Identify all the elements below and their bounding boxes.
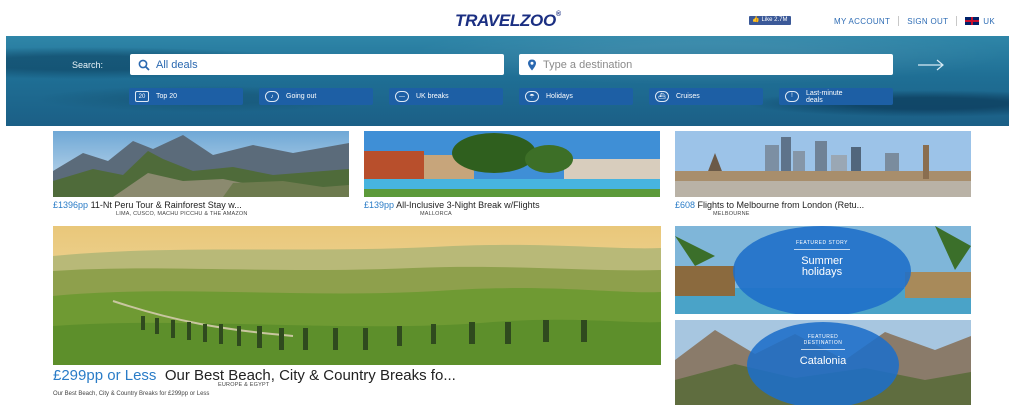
deal-card-melbourne[interactable]: £608 Flights to Melbourne from London (R…: [675, 131, 971, 221]
hero-deal-description: Our Best Beach, City & Country Breaks fo…: [53, 391, 210, 397]
category-nav: 20 Top 20 ♪ Going out — UK breaks ☂ Holi…: [129, 88, 893, 105]
deal-price: £1396pp: [53, 200, 89, 210]
destination-input[interactable]: Type a destination: [519, 54, 893, 75]
hero-deal-title[interactable]: Our Best Beach, City & Country Breaks fo…: [165, 367, 456, 384]
featured-destination-badge: FEATURED DESTINATION Catalonia: [747, 322, 899, 405]
hero-deal-price: £299pp or Less: [53, 367, 157, 384]
divider: [794, 249, 850, 250]
featured-destination-card[interactable]: FEATURED DESTINATION Catalonia: [675, 320, 971, 405]
hero-deal-location: EUROPE & EGYPT: [218, 382, 270, 388]
location-pin-icon: [528, 59, 536, 70]
sign-out-link[interactable]: SIGN OUT: [899, 17, 956, 26]
site-header: TRAVELZOO® 👍 Like 2.7M MY ACCOUNT SIGN O…: [0, 0, 1009, 36]
category-going-out[interactable]: ♪ Going out: [259, 88, 373, 105]
mallorca-resort-image: [364, 131, 660, 197]
deal-title[interactable]: Flights to Melbourne from London (Retu..…: [698, 200, 865, 210]
search-banner: Search: All deals Type a destination 20 …: [6, 36, 1009, 126]
deal-card-mallorca[interactable]: £139pp All-Inclusive 3-Night Break w/Fli…: [364, 131, 660, 221]
deal-price: £608: [675, 200, 696, 210]
region-selector[interactable]: UK: [957, 17, 1003, 26]
category-holidays[interactable]: ☂ Holidays: [519, 88, 633, 105]
uk-breaks-icon: —: [395, 91, 409, 102]
thumbs-up-icon: 👍: [752, 17, 760, 23]
category-uk-breaks[interactable]: — UK breaks: [389, 88, 503, 105]
deal-location: LIMA, CUSCO, MACHU PICCHU & THE AMAZON: [116, 211, 248, 217]
category-cruises[interactable]: ⛴ Cruises: [649, 88, 763, 105]
machu-picchu-image: [53, 131, 349, 197]
melbourne-skyline-image: [675, 131, 971, 197]
deal-title[interactable]: 11-Nt Peru Tour & Rainforest Stay w...: [91, 200, 242, 210]
featured-story-card[interactable]: FEATURED STORY Summer holidays: [675, 226, 971, 314]
going-out-icon: ♪: [265, 91, 279, 102]
search-icon: [138, 59, 150, 71]
hero-deal-card[interactable]: £299pp or Less Our Best Beach, City & Co…: [53, 226, 661, 401]
cruises-icon: ⛴: [655, 91, 669, 102]
divider: [801, 349, 845, 350]
travelzoo-logo[interactable]: TRAVELZOO®: [455, 11, 561, 31]
deal-title[interactable]: All-Inclusive 3-Night Break w/Flights: [396, 200, 540, 210]
last-minute-icon: !: [785, 91, 799, 102]
tuscany-landscape-image: [53, 226, 661, 365]
top20-icon: 20: [135, 91, 149, 102]
featured-destination-title: Catalonia: [799, 355, 847, 367]
deal-card-peru[interactable]: £1396pp 11-Nt Peru Tour & Rainforest Sta…: [53, 131, 349, 221]
facebook-like-button[interactable]: 👍 Like 2.7M: [749, 16, 791, 25]
category-last-minute[interactable]: ! Last-minute deals: [779, 88, 893, 105]
category-top-20[interactable]: 20 Top 20: [129, 88, 243, 105]
deal-location: MELBOURNE: [713, 211, 750, 217]
my-account-link[interactable]: MY ACCOUNT: [826, 17, 898, 26]
uk-flag-icon: [965, 17, 980, 26]
featured-story-badge: FEATURED STORY Summer holidays: [733, 226, 911, 314]
deals-search-input[interactable]: All deals: [130, 54, 504, 75]
account-links: MY ACCOUNT SIGN OUT UK: [826, 16, 1003, 26]
holidays-icon: ☂: [525, 91, 539, 102]
search-label: Search:: [72, 60, 104, 70]
deal-price: £139pp: [364, 200, 395, 210]
search-go-arrow-icon[interactable]: [916, 58, 946, 72]
deal-location: MALLORCA: [420, 211, 452, 217]
featured-story-title: Summer holidays: [801, 255, 843, 278]
